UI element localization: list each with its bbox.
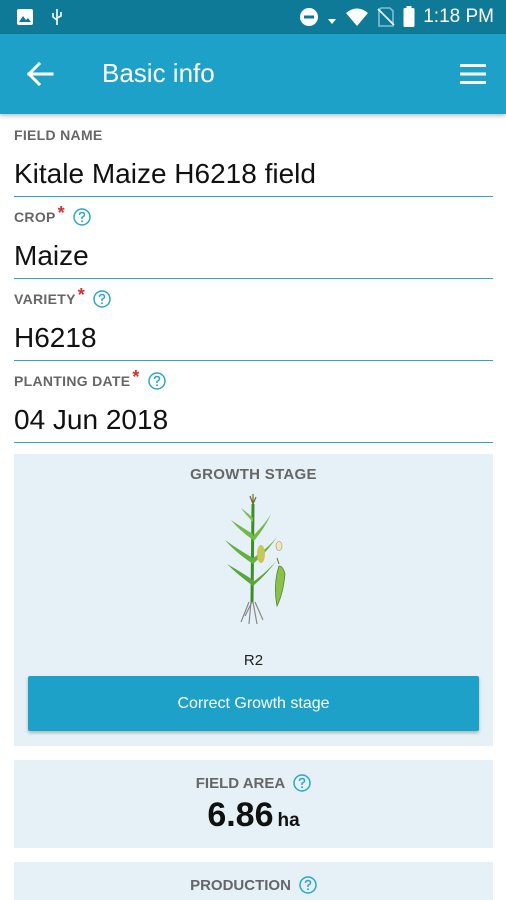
help-icon[interactable] (299, 876, 317, 894)
help-icon[interactable] (147, 372, 166, 390)
form-content[interactable]: FIELD NAME Kitale Maize H6218 field CROP… (0, 114, 506, 900)
signal-arrow-icon (328, 19, 337, 24)
status-bar: 1:18 PM (0, 0, 506, 34)
field-area-unit: ha (277, 810, 300, 831)
production-label-text: PRODUCTION (190, 876, 291, 894)
page-title: Basic info (102, 58, 215, 88)
planting-date-label: PLANTING DATE * (14, 367, 493, 390)
usb-icon (52, 9, 62, 25)
required-asterisk: * (132, 367, 140, 387)
production-label: PRODUCTION (14, 876, 493, 894)
variety-label-text: VARIETY (14, 291, 76, 307)
correct-growth-stage-button[interactable]: Correct Growth stage (28, 676, 479, 731)
planting-date-field[interactable]: PLANTING DATE * 04 Jun 2018 (14, 367, 493, 443)
no-sim-icon (377, 7, 395, 27)
crop-label: CROP * (14, 203, 493, 226)
required-asterisk: * (77, 285, 86, 305)
field-name-label-text: FIELD NAME (14, 127, 103, 143)
field-area-label: FIELD AREA (14, 774, 493, 792)
hamburger-menu-icon[interactable] (458, 62, 488, 86)
crop-field[interactable]: CROP * Maize (14, 203, 493, 279)
field-area-label-text: FIELD AREA (195, 774, 286, 792)
do-not-disturb-icon (300, 8, 319, 26)
required-asterisk: * (57, 203, 65, 223)
wifi-icon (346, 8, 369, 26)
crop-input[interactable]: Maize (14, 240, 493, 278)
clock: 1:18 PM (423, 6, 494, 27)
planting-date-input[interactable]: 04 Jun 2018 (14, 404, 493, 442)
field-area-value: 6.86 ha (14, 796, 493, 835)
help-icon[interactable] (93, 290, 111, 308)
field-name-field[interactable]: FIELD NAME Kitale Maize H6218 field (14, 126, 493, 197)
battery-icon (403, 6, 415, 27)
maize-plant-icon (225, 494, 286, 625)
help-icon[interactable] (73, 208, 91, 226)
field-area-number: 6.86 (207, 796, 274, 834)
production-card: PRODUCTION (14, 862, 493, 900)
growth-stage-title: GROWTH STAGE (190, 466, 317, 483)
crop-label-text: CROP (14, 209, 56, 225)
planting-date-label-text: PLANTING DATE (14, 373, 131, 389)
variety-label: VARIETY * (14, 285, 493, 308)
app-bar: Basic info (0, 34, 506, 114)
image-icon (17, 9, 33, 25)
growth-stage-value: R2 (243, 652, 264, 669)
growth-stage-card: GROWTH STAGE R2 Correct Growth stage (14, 454, 493, 746)
field-area-card: FIELD AREA 6.86 ha (14, 760, 493, 848)
variety-input[interactable]: H6218 (14, 322, 493, 360)
arrow-left-icon[interactable] (26, 60, 54, 88)
field-name-label: FIELD NAME (14, 126, 493, 144)
field-name-input[interactable]: Kitale Maize H6218 field (14, 158, 493, 196)
help-icon[interactable] (293, 774, 311, 792)
variety-field[interactable]: VARIETY * H6218 (14, 285, 493, 361)
